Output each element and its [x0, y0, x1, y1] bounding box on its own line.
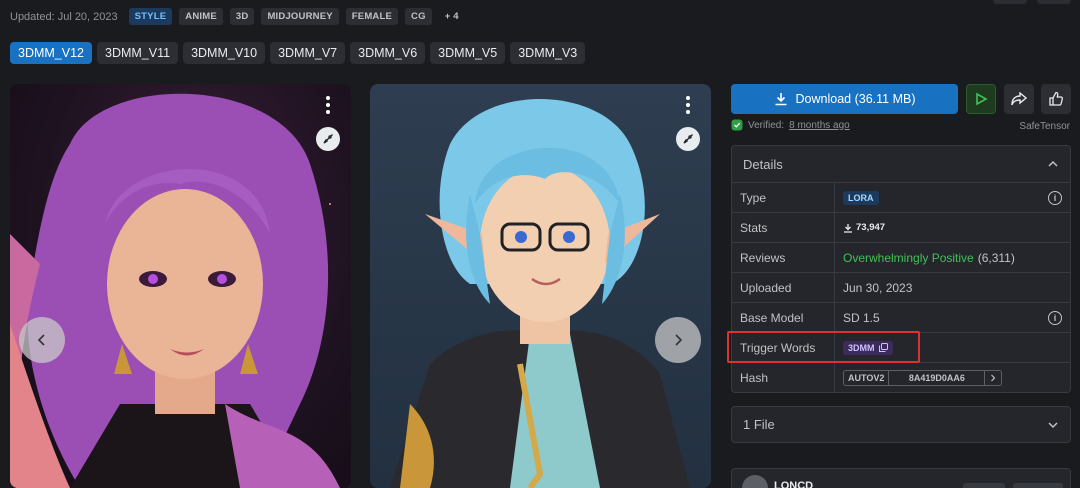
- follow-button[interactable]: [1013, 483, 1063, 488]
- version-tab-v7[interactable]: 3DMM_V7: [270, 42, 346, 64]
- info-icon[interactable]: i: [1048, 190, 1062, 205]
- details-title: Details: [743, 156, 783, 172]
- details-row-base-model: Base Model SD 1.5 i: [732, 303, 1070, 333]
- carousel-prev-button[interactable]: [19, 317, 65, 363]
- downloads-count: 73,947: [856, 222, 886, 233]
- carousel-next-button[interactable]: [655, 317, 701, 363]
- tag-3d[interactable]: 3D: [229, 8, 255, 25]
- details-row-hash: Hash AUTOV2 8A419D0AA6: [732, 363, 1070, 393]
- hash-algo-select[interactable]: AUTOV2: [844, 371, 890, 385]
- version-tab-v6[interactable]: 3DMM_V6: [350, 42, 426, 64]
- chevron-down-icon: [1048, 421, 1058, 428]
- info-icon[interactable]: i: [1048, 310, 1062, 325]
- details-row-uploaded: Uploaded Jun 30, 2023: [732, 273, 1070, 303]
- chevron-up-icon[interactable]: [1047, 160, 1059, 168]
- type-badge: LORA: [843, 190, 879, 205]
- details-row-type: Type LORA i: [732, 183, 1070, 213]
- play-icon: [976, 92, 988, 106]
- avatar[interactable]: [742, 475, 768, 488]
- details-row-stats: Stats 73,947: [732, 213, 1070, 243]
- remix-rocket-icon[interactable]: [676, 127, 700, 151]
- verified-prefix: Verified:: [748, 119, 785, 131]
- type-label: Type: [732, 183, 835, 212]
- creator-card: LONCD: [731, 468, 1071, 488]
- updated-date: Updated: Jul 20, 2023: [10, 10, 118, 23]
- version-tabs: 3DMM_V12 3DMM_V11 3DMM_V10 3DMM_V7 3DMM_…: [10, 42, 586, 64]
- base-model-value: SD 1.5: [843, 310, 880, 325]
- reviews-count: (6,311): [977, 250, 1015, 265]
- gallery-image-2[interactable]: [370, 84, 711, 488]
- hash-label: Hash: [732, 363, 835, 393]
- reviews-rating-link[interactable]: Overwhelmingly Positive: [843, 251, 974, 265]
- hash-box: AUTOV2 8A419D0AA6: [843, 370, 1003, 386]
- uploaded-label: Uploaded: [732, 273, 835, 302]
- downloads-stat: 73,947: [843, 222, 885, 233]
- tag-anime[interactable]: ANIME: [179, 8, 223, 25]
- tag-midjourney[interactable]: MIDJOURNEY: [261, 8, 339, 25]
- file-format-label: SafeTensor: [1019, 121, 1070, 132]
- meta-row: Updated: Jul 20, 2023 STYLE ANIME 3D MID…: [10, 8, 465, 25]
- remix-rocket-icon[interactable]: [316, 127, 340, 151]
- version-tab-v5[interactable]: 3DMM_V5: [430, 42, 506, 64]
- trigger-words-highlight-box: [727, 331, 920, 363]
- like-button[interactable]: [1041, 84, 1071, 114]
- more-options-icon[interactable]: [323, 96, 333, 114]
- verified-time-link[interactable]: 8 months ago: [789, 120, 850, 131]
- version-tab-v12[interactable]: 3DMM_V12: [10, 42, 92, 64]
- header-button-stub[interactable]: [993, 0, 1027, 4]
- hash-value[interactable]: 8A419D0AA6: [889, 371, 986, 385]
- chevron-right-icon[interactable]: [985, 371, 1001, 385]
- more-options-icon[interactable]: [683, 96, 693, 114]
- shield-check-icon: [731, 119, 743, 131]
- details-header[interactable]: Details: [732, 146, 1070, 183]
- download-icon: [775, 93, 787, 106]
- run-button[interactable]: [966, 84, 996, 114]
- download-label: Download (36.11 MB): [795, 92, 916, 106]
- reviews-label: Reviews: [732, 243, 835, 272]
- tag-cg[interactable]: CG: [405, 8, 432, 25]
- share-icon: [1011, 92, 1027, 106]
- stats-label: Stats: [732, 213, 835, 242]
- version-tab-v11[interactable]: 3DMM_V11: [97, 42, 179, 64]
- files-label: 1 File: [743, 417, 775, 432]
- creator-action-button[interactable]: [963, 483, 1005, 488]
- base-model-label: Base Model: [732, 303, 835, 332]
- gallery-image-1[interactable]: [10, 84, 351, 488]
- download-icon: [844, 223, 852, 233]
- download-button[interactable]: Download (36.11 MB): [731, 84, 958, 114]
- image-purple-hair-girl: [10, 93, 340, 488]
- creator-name[interactable]: LONCD: [774, 480, 813, 488]
- image-blue-hair-elf: [390, 99, 690, 488]
- thumbs-up-icon: [1049, 91, 1064, 106]
- uploaded-date: Jun 30, 2023: [843, 280, 913, 295]
- version-tab-v3[interactable]: 3DMM_V3: [510, 42, 586, 64]
- tag-female[interactable]: FEMALE: [345, 8, 399, 25]
- files-accordion[interactable]: 1 File: [731, 406, 1071, 443]
- tag-more-button[interactable]: + 4: [439, 8, 465, 25]
- header-button-stub[interactable]: [1037, 0, 1071, 4]
- version-tab-v10[interactable]: 3DMM_V10: [183, 42, 266, 64]
- tag-style[interactable]: STYLE: [128, 8, 173, 25]
- details-row-reviews: Reviews Overwhelmingly Positive (6,311): [732, 243, 1070, 273]
- share-button[interactable]: [1004, 84, 1034, 114]
- verified-status: Verified: 8 months ago: [731, 119, 850, 131]
